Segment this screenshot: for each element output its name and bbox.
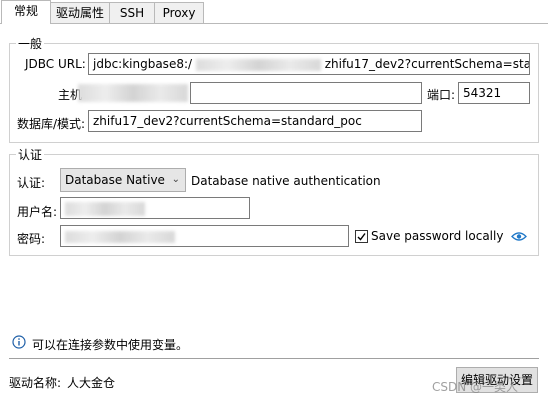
- port-input[interactable]: 54321: [458, 82, 530, 104]
- jdbc-url-suffix: zhifu17_dev2?currentSchema=standa: [324, 57, 530, 71]
- jdbc-url-prefix: jdbc:kingbase8:/: [93, 57, 193, 71]
- username-input[interactable]: [60, 197, 250, 219]
- tab-bar: 常规 驱动属性 SSH Proxy: [0, 0, 548, 24]
- driver-name-value: 人大金仓: [67, 376, 116, 390]
- info-icon: [12, 335, 26, 349]
- jdbc-url-redacted: [195, 58, 321, 71]
- auth-method-select[interactable]: Database Native ⌄: [60, 168, 186, 192]
- jdbc-url-label: JDBC URL:: [25, 57, 86, 71]
- watermark-text: CSDN @一类人: [432, 380, 519, 394]
- save-password-checkbox[interactable]: [355, 230, 368, 243]
- tab-driver-properties[interactable]: 驱动属性: [50, 2, 110, 23]
- checkmark-icon: [357, 233, 366, 241]
- port-label: 端口:: [427, 88, 456, 102]
- chevron-down-icon: ⌄: [171, 174, 180, 185]
- info-text: 可以在连接参数中使用变量。: [32, 338, 189, 352]
- password-input[interactable]: [60, 225, 349, 247]
- password-redacted: [65, 230, 175, 243]
- tab-general[interactable]: 常规: [1, 0, 51, 24]
- auth-method-value: Database Native: [65, 173, 165, 187]
- driver-name-label: 驱动名称:: [9, 376, 62, 390]
- footer-divider: [9, 358, 539, 359]
- auth-description: Database native authentication: [191, 174, 381, 188]
- password-label: 密码:: [17, 232, 46, 246]
- username-redacted: [65, 201, 145, 216]
- jdbc-url-input[interactable]: jdbc:kingbase8:/ zhifu17_dev2?currentSch…: [88, 53, 530, 75]
- auth-label: 认证:: [17, 176, 46, 190]
- tab-proxy[interactable]: Proxy: [154, 2, 204, 23]
- host-redacted: [78, 84, 188, 102]
- save-password-label: Save password locally: [371, 229, 504, 243]
- auth-legend: 认证: [18, 148, 43, 162]
- tab-ssh[interactable]: SSH: [109, 2, 155, 23]
- general-legend: 一般: [18, 37, 43, 51]
- eye-icon[interactable]: [511, 231, 527, 242]
- database-schema-label: 数据库/模式:: [17, 117, 86, 131]
- database-schema-input[interactable]: zhifu17_dev2?currentSchema=standard_poc: [88, 110, 422, 132]
- username-label: 用户名:: [17, 205, 58, 219]
- host-input[interactable]: [190, 82, 422, 104]
